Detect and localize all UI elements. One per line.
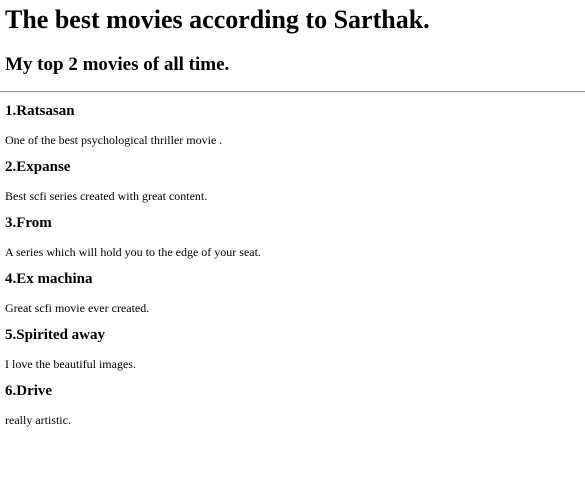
movie-heading: 4.Ex machina [5, 271, 93, 287]
movie-heading: 1.Ratsasan [5, 103, 75, 119]
movie-item-ex-machina: 4.Ex machina Great scfi movie ever creat… [5, 260, 580, 316]
movie-description: Great scfi movie ever created. [5, 301, 150, 315]
movie-heading: 5.Spirited away [5, 327, 106, 343]
movie-heading: 2.Expanse [5, 159, 71, 175]
movie-description: One of the best psychological thriller m… [5, 133, 223, 147]
movie-item-spirited-away: 5.Spirited away I love the beautiful ima… [5, 316, 580, 372]
movie-description: I love the beautiful images. [5, 357, 136, 371]
movie-list: 1.Ratsasan One of the best psychological… [5, 93, 580, 428]
movie-heading: 6.Drive [5, 383, 53, 399]
movie-item-drive: 6.Drive really artistic. [5, 372, 580, 428]
movie-item-ratsasan: 1.Ratsasan One of the best psychological… [5, 93, 580, 148]
movie-heading: 3.From [5, 215, 52, 231]
page-subtitle: My top 2 movies of all time. [5, 54, 230, 75]
movie-description: A series which will hold you to the edge… [5, 245, 261, 259]
page-title: The best movies according to Sarthak. [5, 5, 430, 34]
movie-item-expanse: 2.Expanse Best scfi series created with … [5, 148, 580, 204]
page: The best movies according to Sarthak. My… [0, 0, 585, 500]
movie-description: Best scfi series created with great cont… [5, 189, 208, 203]
movie-description: really artistic. [5, 413, 71, 427]
movie-item-from: 3.From A series which will hold you to t… [5, 204, 580, 260]
